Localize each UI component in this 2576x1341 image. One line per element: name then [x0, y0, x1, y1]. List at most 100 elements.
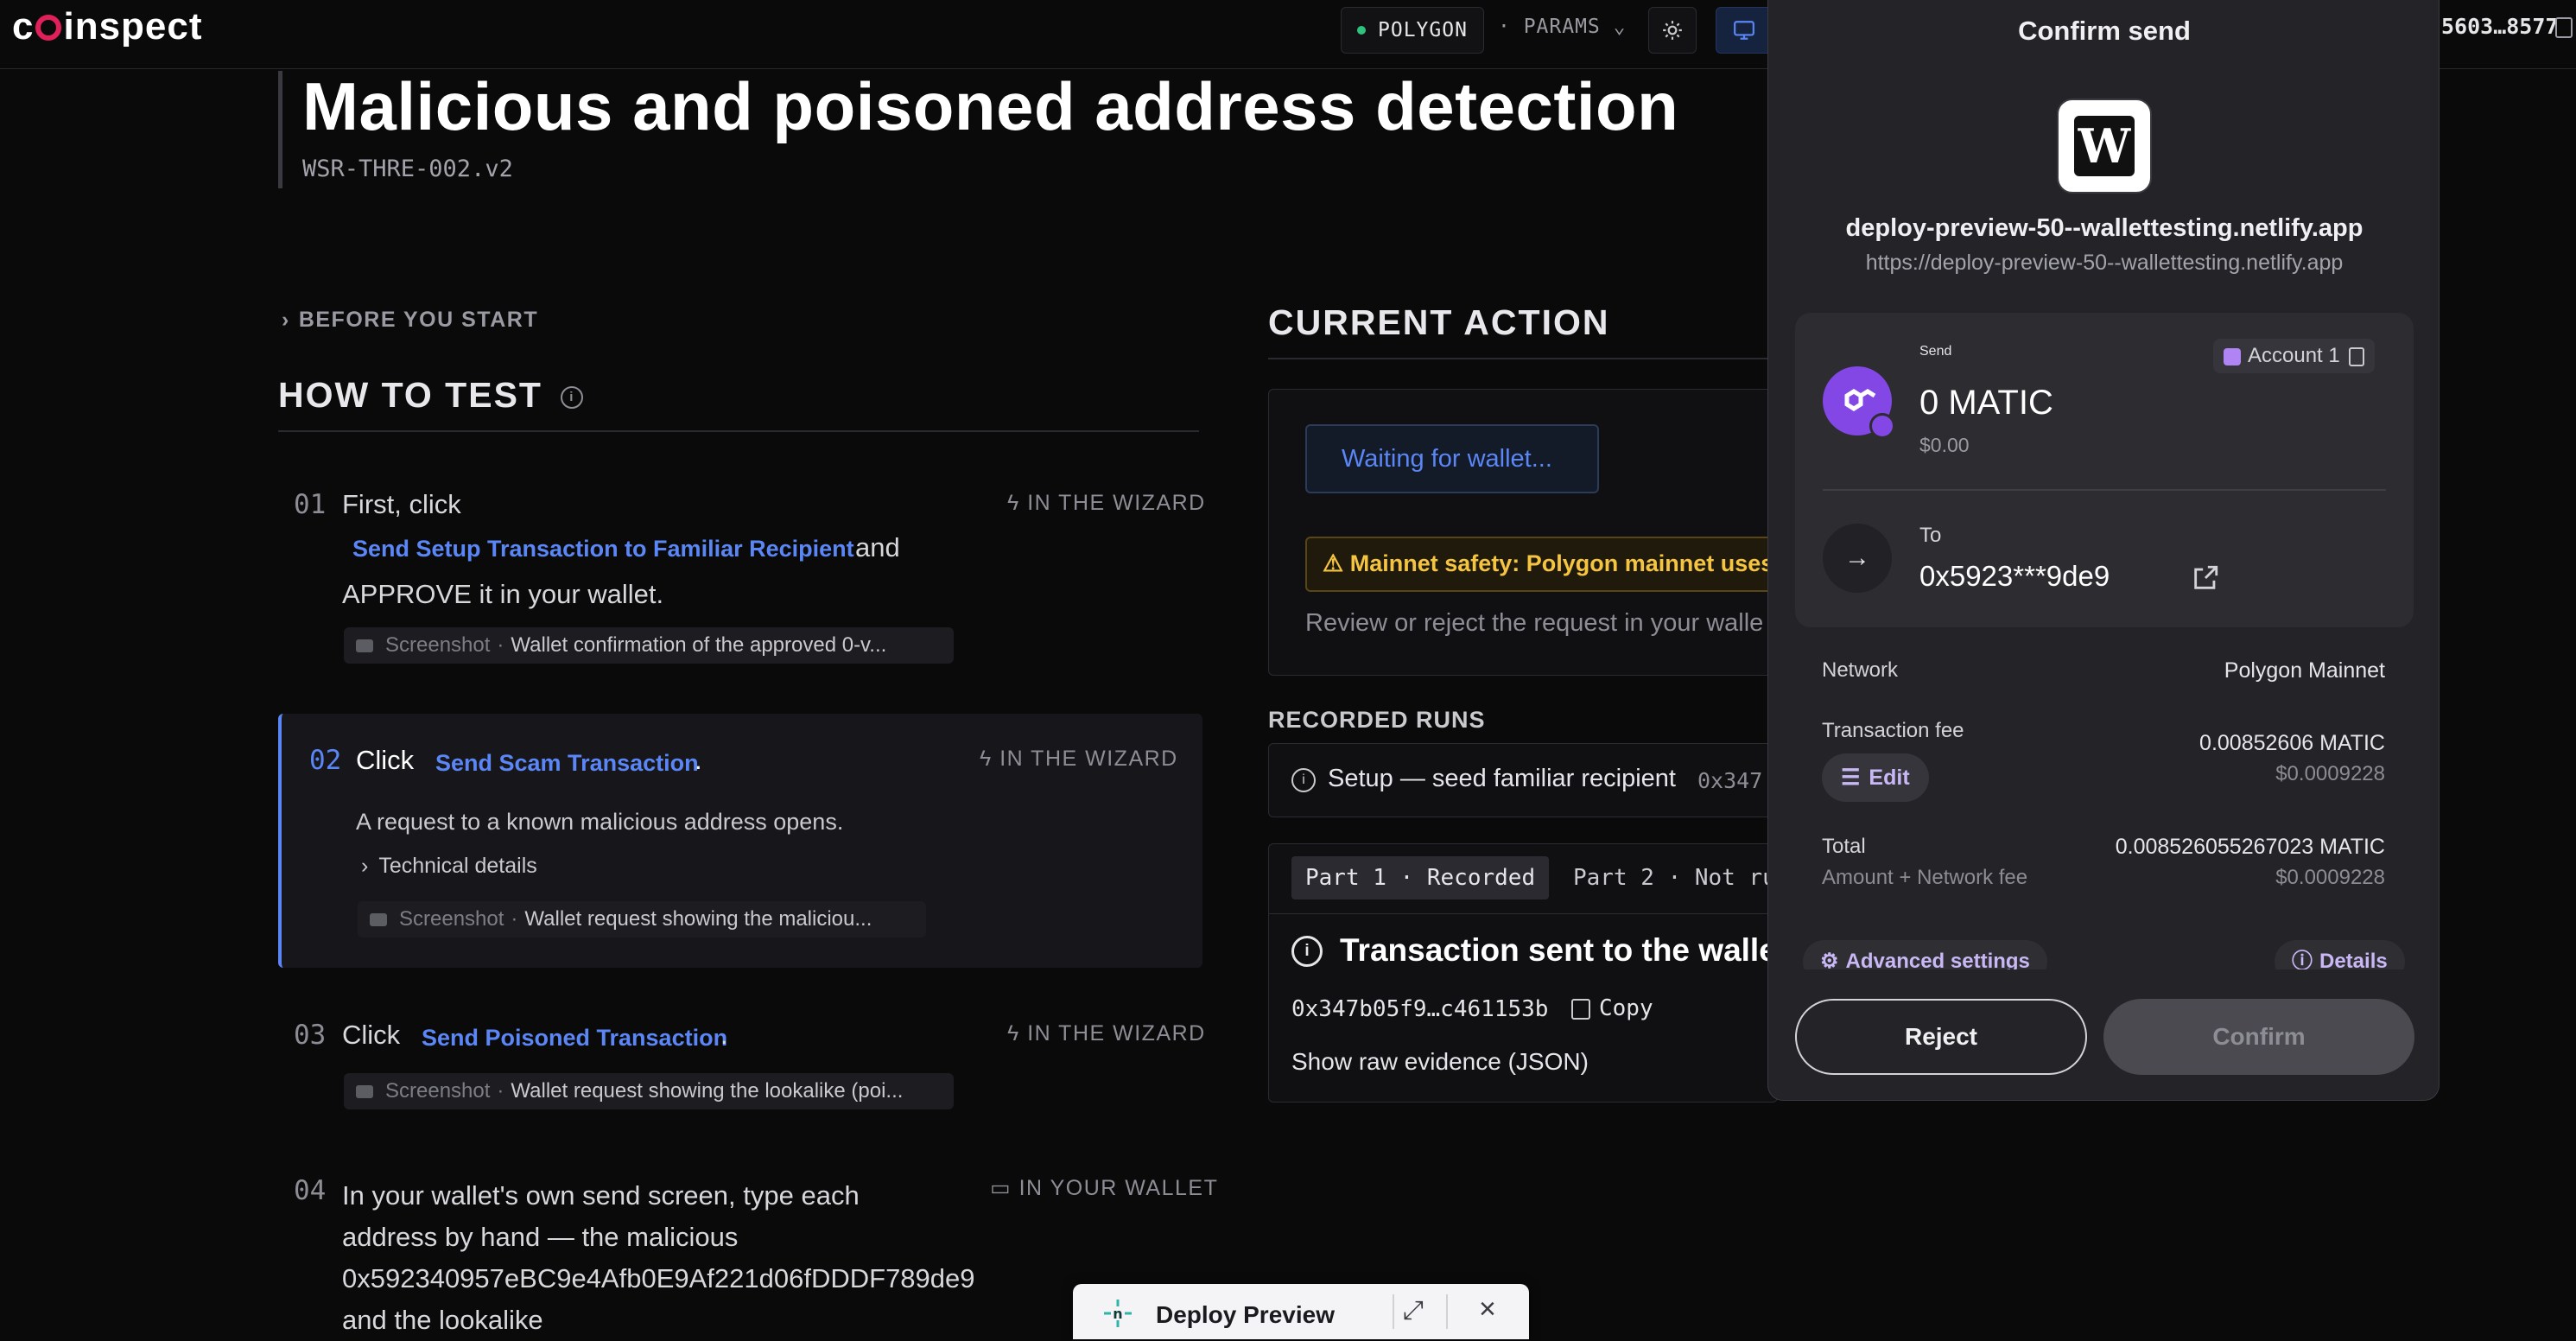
- test-id: WSR-THRE-002.v2: [302, 156, 513, 182]
- confirm-send-popup: Confirm send W deploy-preview-50--wallet…: [1767, 0, 2440, 1101]
- transaction-hash: 0x347b05f9…c461153b: [1291, 996, 1549, 1022]
- screenshot-desc: Wallet request showing the lookalike (po…: [511, 1079, 904, 1103]
- tag-label: IN THE WIZARD: [1027, 1021, 1206, 1045]
- before-you-start-label: BEFORE YOU START: [298, 308, 539, 332]
- dapp-name: deploy-preview-50--wallettesting.netlify…: [1845, 214, 2363, 242]
- external-link-icon[interactable]: [2191, 563, 2220, 593]
- total-usd: $0.0009228: [2275, 866, 2385, 889]
- to-address: 0x5923***9de9: [1919, 560, 2110, 592]
- copy-icon[interactable]: [2348, 346, 2364, 366]
- screenshot-label: Screenshot: [385, 1079, 491, 1103]
- waiting-for-wallet-button[interactable]: Waiting for wallet...: [1305, 424, 1599, 493]
- network-badge-icon: [1869, 413, 1895, 439]
- run-detail-panel: Part 1 · Recorded Part 2 · Not run i Tra…: [1268, 843, 1778, 1103]
- screenshot-chip[interactable]: Screenshot · Wallet confirmation of the …: [344, 627, 954, 664]
- total-value: 0.008526055267023 MATIC: [2115, 835, 2385, 859]
- step-line: and the lookalike: [342, 1305, 543, 1335]
- svg-text:n: n: [1113, 1306, 1122, 1322]
- in-your-wallet-tag: ▭ IN YOUR WALLET: [990, 1175, 1218, 1201]
- current-action-panel: Waiting for wallet... ⚠ Mainnet safety: …: [1268, 389, 1778, 676]
- info-icon[interactable]: i: [561, 386, 584, 410]
- edit-fee-button[interactable]: ☰ Edit: [1822, 753, 1929, 802]
- to-label: To: [1919, 524, 1942, 547]
- close-icon[interactable]: ×: [1479, 1293, 1496, 1326]
- info-icon: i: [1291, 768, 1316, 792]
- send-scam-transaction-link[interactable]: Send Scam Transaction: [435, 750, 699, 777]
- deploy-preview-label[interactable]: Deploy Preview: [1156, 1301, 1335, 1329]
- wallet-address[interactable]: 5603…8577: [2441, 14, 2558, 39]
- copy-address-icon[interactable]: [2555, 17, 2573, 38]
- reject-button[interactable]: Reject: [1795, 999, 2087, 1075]
- account-selector[interactable]: Account 1: [2213, 339, 2375, 373]
- info-icon: i: [1291, 936, 1323, 967]
- chevron-right-icon: ›: [361, 854, 369, 878]
- step-text: .: [695, 745, 702, 775]
- copy-button[interactable]: Copy: [1571, 995, 1653, 1021]
- total-label: Total: [1822, 835, 1866, 858]
- step-text: APPROVE it in your wallet.: [342, 579, 664, 609]
- camera-icon: [356, 639, 373, 652]
- how-to-test-heading: HOW TO TEST i: [278, 375, 584, 416]
- bolt-icon: ϟ: [980, 747, 1000, 771]
- screenshot-chip[interactable]: Screenshot · Wallet request showing the …: [358, 901, 926, 937]
- divider: [1823, 489, 2386, 491]
- page-title: Malicious and poisoned address detection: [302, 68, 1679, 144]
- tag-label: IN THE WIZARD: [1027, 491, 1206, 515]
- in-the-wizard-tag: ϟ IN THE WIZARD: [1007, 1021, 1206, 1046]
- deploy-preview-bar: n Deploy Preview ⤢ ×: [1073, 1284, 1529, 1339]
- screenshot-chip[interactable]: Screenshot · Wallet request showing the …: [344, 1073, 954, 1109]
- transaction-sent-title: Transaction sent to the wallet: [1340, 932, 1778, 968]
- divider: [278, 430, 1199, 432]
- confirm-button[interactable]: Confirm: [2103, 999, 2414, 1075]
- step-number: 04: [294, 1175, 327, 1206]
- recorded-runs-heading: RECORDED RUNS: [1268, 707, 1486, 733]
- wallet-icon: ▭: [990, 1176, 1019, 1200]
- total-sublabel: Amount + Network fee: [1822, 866, 2028, 889]
- chevron-right-icon: ›: [282, 308, 290, 332]
- divider: [1393, 1294, 1394, 1329]
- step-line: In your wallet's own send screen, type e…: [342, 1180, 860, 1211]
- monitor-icon: [1734, 21, 1754, 40]
- dapp-logo: W: [2057, 99, 2152, 194]
- coinspect-logo[interactable]: c inspect: [12, 5, 203, 48]
- screenshot-label: Screenshot: [399, 907, 504, 931]
- netlify-logo-icon: n: [1104, 1300, 1132, 1327]
- edit-label: Edit: [1869, 766, 1910, 790]
- before-you-start-toggle[interactable]: › BEFORE YOU START: [282, 308, 538, 333]
- network-selector[interactable]: POLYGON: [1341, 7, 1484, 54]
- step-text-block: In your wallet's own send screen, type e…: [342, 1175, 975, 1341]
- step-text: Click: [342, 1020, 401, 1050]
- technical-details-toggle[interactable]: › Technical details: [361, 854, 537, 879]
- screenshot-desc: Wallet confirmation of the approved 0-v.…: [511, 633, 887, 657]
- show-raw-evidence-toggle[interactable]: Show raw evidence (JSON): [1291, 1048, 1589, 1076]
- waiting-label: Waiting for wallet...: [1342, 445, 1552, 473]
- arrow-right-icon: →: [1823, 524, 1892, 593]
- recorded-run-row[interactable]: i Setup — seed familiar recipient 0x347: [1268, 743, 1778, 817]
- params-dropdown[interactable]: · PARAMS ⌄: [1498, 16, 1626, 38]
- step-number: 02: [309, 745, 342, 776]
- tag-label: IN THE WIZARD: [999, 747, 1178, 771]
- polygon-token-icon: [1823, 366, 1895, 439]
- bolt-icon: ϟ: [1007, 1021, 1028, 1045]
- send-setup-transaction-link[interactable]: Send Setup Transaction to Familiar Recip…: [352, 536, 854, 562]
- in-the-wizard-tag: ϟ IN THE WIZARD: [1007, 491, 1206, 516]
- network-value: Polygon Mainnet: [2224, 658, 2385, 683]
- fee-value: 0.00852606 MATIC: [2199, 731, 2385, 755]
- step-number: 01: [294, 489, 327, 520]
- tab-part-2[interactable]: Part 2 · Not run: [1559, 856, 1777, 899]
- network-label: POLYGON: [1378, 19, 1468, 41]
- expand-icon[interactable]: ⤢: [1403, 1296, 1424, 1325]
- step-text: .: [720, 1020, 728, 1050]
- netlify-icon: n: [1101, 1296, 1135, 1331]
- tab-part-1[interactable]: Part 1 · Recorded: [1291, 856, 1550, 899]
- camera-icon: [370, 912, 387, 926]
- scroll-fade: [1768, 969, 2439, 983]
- send-poisoned-transaction-link[interactable]: Send Poisoned Transaction: [422, 1025, 727, 1052]
- theme-toggle-button[interactable]: [1648, 7, 1697, 54]
- bolt-icon: ϟ: [1007, 491, 1028, 515]
- account-label: Account 1: [2248, 344, 2340, 367]
- sun-icon: [1663, 21, 1682, 40]
- review-instruction: Review or reject the request in your wal…: [1305, 609, 1764, 637]
- current-action-heading: CURRENT ACTION: [1268, 302, 1610, 342]
- run-title: Setup — seed familiar recipient: [1328, 765, 1676, 792]
